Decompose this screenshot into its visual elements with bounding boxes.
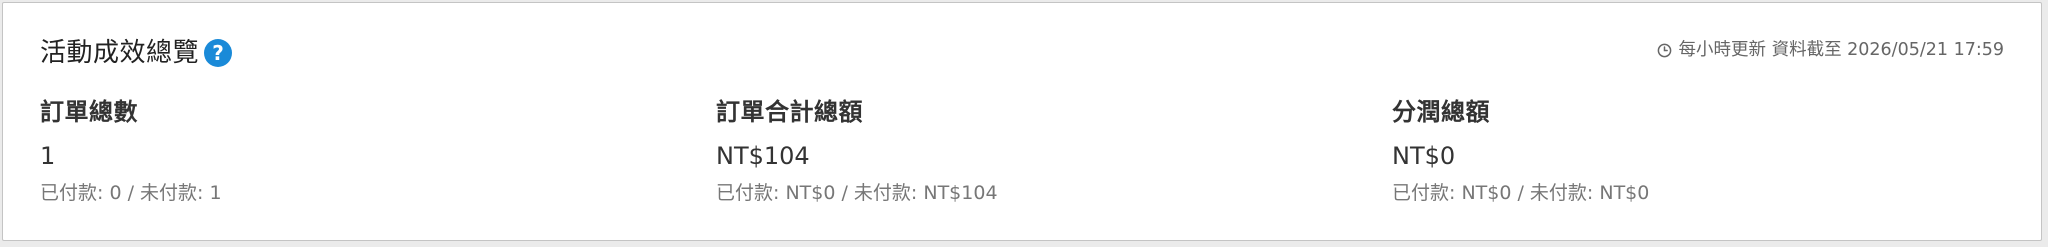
stat-breakdown: 已付款: NT$0 / 未付款: NT$0 [1392,182,1650,204]
svg-text:?: ? [212,41,224,65]
update-info: 每小時更新 資料截至 2026/05/21 17:59 [1657,38,2004,62]
campaign-overview-panel: 活動成效總覽 ? 每小時更新 資料截至 2026/05/21 17:59 訂單總… [2,2,2042,241]
stat-label: 訂單合計總額 [716,98,863,126]
help-icon[interactable]: ? [203,38,233,68]
panel-title: 活動成效總覽 [40,38,200,68]
stat-label: 訂單總數 [40,98,138,126]
clock-icon [1657,43,1671,57]
stat-value: NT$0 [1392,142,1456,170]
stat-value: 1 [40,142,56,170]
stat-order-count: 訂單總數 1 已付款: 0 / 未付款: 1 [40,96,222,206]
stat-value: NT$104 [716,142,810,170]
stat-breakdown: 已付款: 0 / 未付款: 1 [40,182,222,204]
stat-breakdown: 已付款: NT$0 / 未付款: NT$104 [716,182,998,204]
update-info-text: 每小時更新 資料截至 2026/05/21 17:59 [1678,40,2004,60]
stat-order-total: 訂單合計總額 NT$104 已付款: NT$0 / 未付款: NT$104 [716,96,998,206]
stat-commission-total: 分潤總額 NT$0 已付款: NT$0 / 未付款: NT$0 [1392,96,1649,206]
stat-label: 分潤總額 [1392,98,1490,126]
